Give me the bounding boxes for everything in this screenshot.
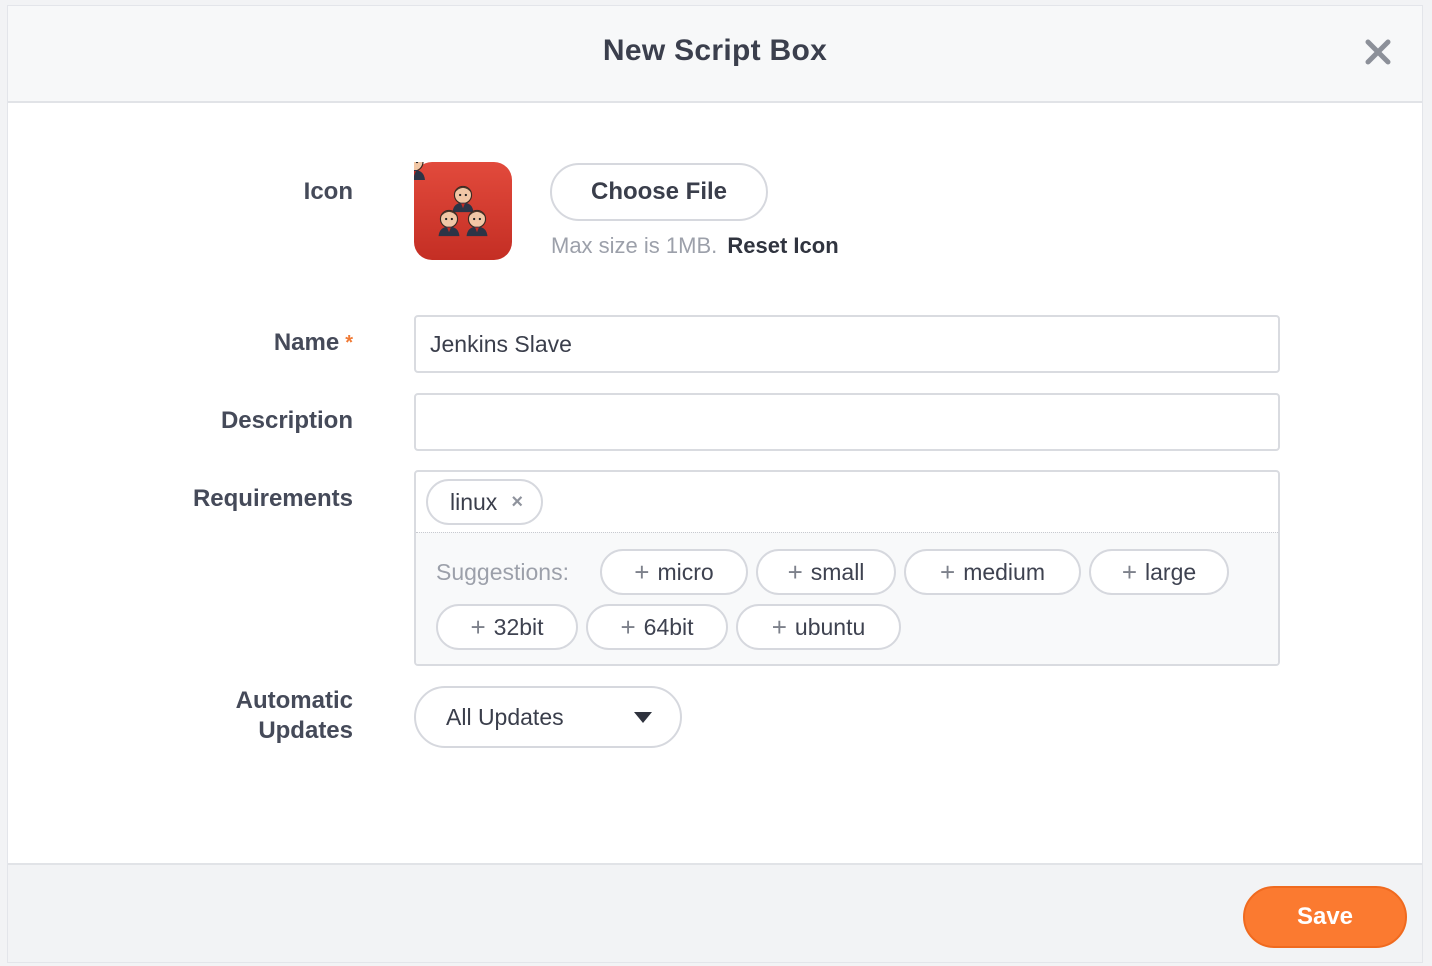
automatic-updates-label-line1: Automatic xyxy=(235,687,353,714)
plus-icon: + xyxy=(620,611,636,642)
required-marker: * xyxy=(345,332,353,354)
plus-icon: + xyxy=(771,611,787,642)
name-label: Name xyxy=(273,329,340,356)
automatic-updates-select[interactable]: All Updates xyxy=(414,686,682,748)
caret-down-icon xyxy=(634,712,652,723)
close-button[interactable] xyxy=(1364,38,1392,66)
name-input-value: Jenkins Slave xyxy=(430,330,572,357)
requirements-field[interactable]: linux × Suggestions: + micro + small + medi… xyxy=(414,470,1280,666)
script-box-icon-preview xyxy=(403,152,512,260)
plus-icon: + xyxy=(940,556,956,587)
dialog-title: New Script Box xyxy=(602,34,828,67)
chip-label: 64bit xyxy=(643,613,694,640)
description-input[interactable] xyxy=(414,393,1280,451)
plus-icon: + xyxy=(634,556,650,587)
chip-label: small xyxy=(810,558,865,585)
choose-file-button[interactable]: Choose File xyxy=(550,163,768,221)
suggestion-chip-64bit[interactable]: +64bit xyxy=(586,604,728,650)
jenkins-butlers-icon xyxy=(403,152,489,237)
description-label: Description xyxy=(220,407,353,434)
suggestion-chip-small[interactable]: + small xyxy=(756,549,896,595)
new-script-box-dialog: New Script Box Icon Choose File Max size… xyxy=(7,5,1423,963)
suggestion-chip-32bit[interactable]: +32bit xyxy=(436,604,578,650)
requirement-tag-linux: linux × xyxy=(426,479,543,525)
requirements-label: Requirements xyxy=(192,485,353,512)
suggestion-chip-large[interactable]: + large xyxy=(1089,549,1229,595)
dialog-header: New Script Box xyxy=(8,6,1422,103)
reset-icon-link[interactable]: Reset Icon xyxy=(727,233,838,258)
name-input[interactable]: Jenkins Slave xyxy=(414,315,1280,373)
tag-label: linux xyxy=(450,488,498,515)
dialog-footer: Save xyxy=(8,863,1422,962)
save-button[interactable]: Save xyxy=(1243,886,1407,948)
suggestion-chip-ubuntu[interactable]: + ubuntu xyxy=(736,604,901,650)
suggestion-chip-micro[interactable]: + micro xyxy=(600,549,748,595)
requirements-tag-row[interactable]: linux × xyxy=(416,472,1278,532)
automatic-updates-label-line2: Updates xyxy=(258,717,353,744)
icon-label: Icon xyxy=(303,178,353,205)
close-icon xyxy=(1365,39,1391,65)
suggestion-chip-medium[interactable]: + medium xyxy=(904,549,1081,595)
suggestions-area: Suggestions: + micro + small + medium + larg… xyxy=(416,532,1278,664)
chip-label: ubuntu xyxy=(794,613,866,640)
icon-size-hint: Max size is 1MB. Reset Icon xyxy=(551,233,839,259)
suggestions-label: Suggestions: xyxy=(436,559,569,585)
chip-label: 32bit xyxy=(493,613,544,640)
plus-icon: + xyxy=(1121,556,1138,587)
max-size-text: Max size is 1MB. xyxy=(551,233,718,258)
chip-label: large xyxy=(1145,558,1197,585)
name-label-group: Name * xyxy=(274,328,353,358)
remove-tag-icon[interactable]: × xyxy=(511,491,523,514)
chip-label: micro xyxy=(657,558,714,585)
plus-icon: + xyxy=(787,556,803,587)
chip-label: medium xyxy=(963,558,1045,585)
automatic-updates-selected-value: All Updates xyxy=(446,703,564,730)
automatic-updates-label: Automatic Updates xyxy=(236,686,353,746)
plus-icon: + xyxy=(470,611,486,642)
